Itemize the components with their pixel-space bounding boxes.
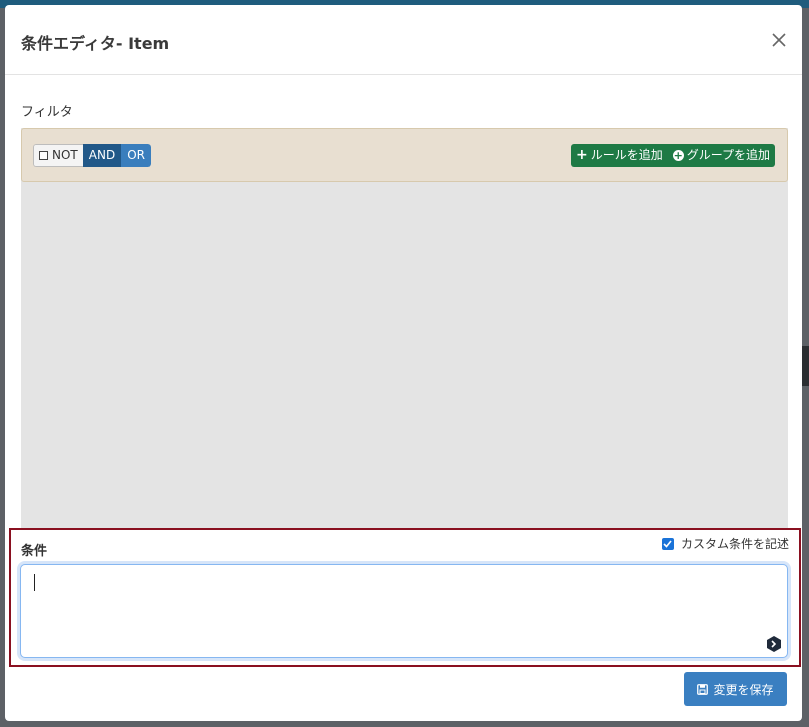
extension-icon[interactable]	[765, 635, 783, 653]
add-group-button[interactable]: + グループを追加	[668, 144, 775, 167]
and-label: AND	[88, 148, 116, 162]
save-label: 変更を保存	[713, 682, 774, 697]
modal-title: 条件エディタ- Item	[21, 34, 170, 53]
filter-label: フィルタ	[21, 105, 73, 120]
modal-header: 条件エディタ- Item	[5, 5, 802, 75]
add-rule-button[interactable]: + ルールを追加	[571, 144, 668, 167]
plus-icon: +	[575, 147, 588, 163]
add-buttons-group: + ルールを追加 + グループを追加	[570, 144, 775, 167]
not-toggle-button[interactable]: NOT	[33, 144, 83, 167]
condition-textarea[interactable]	[20, 564, 788, 658]
close-button[interactable]	[768, 29, 790, 51]
background-strip	[801, 346, 809, 386]
and-button[interactable]: AND	[82, 144, 122, 167]
close-icon	[772, 33, 786, 47]
not-label: NOT	[52, 148, 78, 162]
logic-button-group: NOT AND OR	[33, 144, 151, 167]
condition-label: 条件	[21, 544, 48, 559]
condition-editor-modal: 条件エディタ- Item フィルタ NOT AND OR + ルールを追加 + …	[5, 5, 802, 721]
custom-condition-label: カスタム条件を記述	[680, 537, 789, 551]
rule-group-header: NOT AND OR + ルールを追加 + グループを追加	[21, 128, 788, 182]
text-caret	[34, 574, 35, 591]
filter-builder: NOT AND OR + ルールを追加 + グループを追加	[21, 128, 788, 528]
or-label: OR	[127, 148, 145, 162]
custom-condition-checkbox[interactable]: カスタム条件を記述	[661, 535, 789, 552]
save-disk-icon	[697, 683, 709, 695]
save-button[interactable]: 変更を保存	[684, 672, 787, 706]
or-button[interactable]: OR	[121, 144, 151, 167]
condition-section: 条件 カスタム条件を記述	[9, 528, 801, 667]
add-rule-label: ルールを追加	[590, 148, 663, 162]
checkbox-icon	[39, 151, 48, 160]
check-icon	[661, 537, 674, 550]
plus-circle-icon: +	[672, 149, 684, 162]
add-group-label: グループを追加	[686, 148, 770, 162]
